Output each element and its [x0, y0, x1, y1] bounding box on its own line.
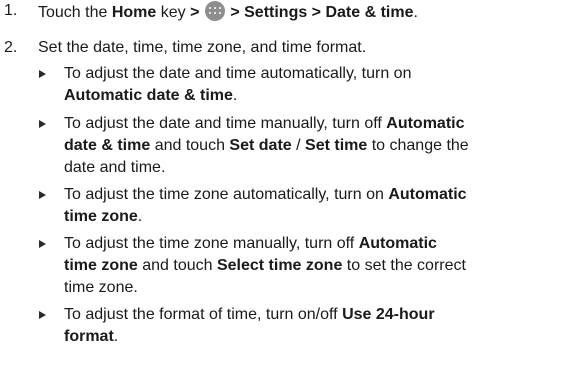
text-run: key: [156, 4, 191, 21]
apps-icon: [204, 1, 225, 21]
bold-text: Automatic date & time: [64, 87, 233, 104]
text-run: .: [413, 4, 418, 21]
text-run: and touch: [137, 257, 217, 274]
bullet-arrow-icon: [39, 240, 46, 248]
bold-text: Automatic: [388, 186, 467, 203]
bold-text: format: [64, 328, 114, 345]
bold-text: Set date: [229, 137, 292, 154]
text-run: .: [137, 208, 143, 225]
text-run: To adjust the time zone manually, turn o…: [64, 235, 359, 252]
bold-text: Home: [111, 4, 157, 21]
text-run: to change the: [367, 137, 469, 154]
text-run: To adjust the date and time manually, tu…: [64, 115, 387, 132]
bullet-text: To adjust the date and time manually, tu…: [64, 113, 572, 179]
bold-text: time zone: [64, 257, 138, 274]
text-run: date and time.: [64, 159, 166, 176]
text-run: To adjust the date and time automaticall…: [64, 65, 412, 82]
bullet-text: To adjust the format of time, turn on/of…: [64, 304, 572, 348]
text-run: To adjust the time zone automatically, t…: [64, 186, 389, 203]
text-run: time zone.: [64, 279, 138, 296]
bold-text: Automatic: [386, 115, 465, 132]
text-run: Set the date, time, time zone, and time …: [38, 39, 367, 56]
text-run: /: [291, 137, 306, 154]
text-run: to set the correct: [342, 257, 466, 274]
text-run: .: [113, 328, 119, 345]
bold-text: >: [190, 4, 200, 21]
bold-text: date & time: [64, 137, 151, 154]
text-run: Touch the: [38, 4, 112, 21]
bold-text: Set time: [305, 137, 368, 154]
bullet-text: To adjust the time zone manually, turn o…: [64, 233, 572, 299]
step-number: 2.: [4, 39, 18, 56]
bold-text: time zone: [64, 208, 138, 225]
text-run: To adjust the format of time, turn on/of…: [64, 306, 343, 323]
step-text: Set the date, time, time zone, and time …: [38, 38, 573, 57]
bullet-arrow-icon: [39, 311, 46, 319]
bullet-text: To adjust the date and time automaticall…: [64, 63, 572, 107]
text-run: and touch: [150, 137, 230, 154]
bullet-text: To adjust the time zone automatically, t…: [64, 184, 572, 228]
instruction-page: 1. Touch the Home key > > Settings > Dat…: [0, 0, 577, 379]
text-run: .: [232, 87, 238, 104]
bold-text: > Settings > Date & time: [230, 4, 414, 21]
bold-text: Automatic: [358, 235, 437, 252]
bullet-arrow-icon: [39, 191, 46, 199]
bold-text: Use 24-hour: [342, 306, 435, 323]
bold-text: Select time zone: [216, 257, 343, 274]
step-number: 1.: [4, 2, 18, 19]
bullet-arrow-icon: [39, 70, 46, 78]
step-text: Touch the Home key > > Settings > Date &…: [38, 1, 573, 22]
bullet-arrow-icon: [39, 120, 46, 128]
